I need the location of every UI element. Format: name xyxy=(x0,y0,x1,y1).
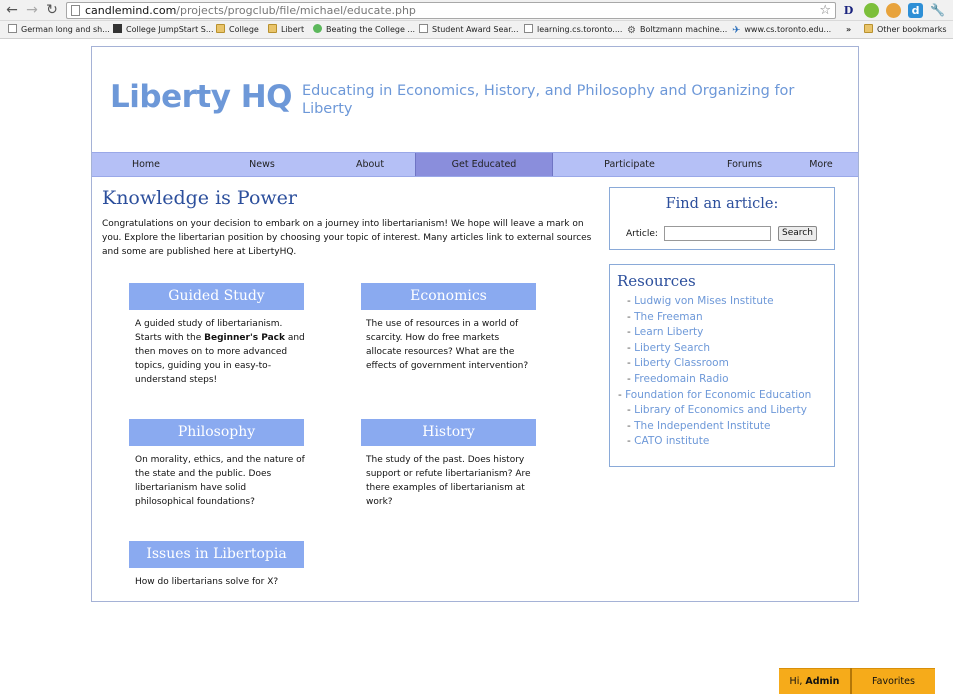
folder-icon xyxy=(268,24,277,33)
circle-icon xyxy=(313,24,322,33)
bookmark-label: Student Award Sear... xyxy=(432,25,519,34)
article-search-input[interactable] xyxy=(664,226,771,241)
topic-guided-study-desc: A guided study of libertarianism. Starts… xyxy=(135,319,305,385)
bookmark-label: Beating the College ... xyxy=(326,25,416,34)
page-icon xyxy=(8,24,17,33)
bookmark-label: www.cs.toronto.edu... xyxy=(744,25,832,34)
folder-icon xyxy=(216,24,225,33)
reload-icon[interactable]: ↻ xyxy=(44,2,60,18)
search-button[interactable]: Search xyxy=(778,226,817,241)
user-greeting-tab[interactable]: Hi, Admin xyxy=(779,668,850,694)
topic-philosophy-button[interactable]: Philosophy xyxy=(129,419,304,446)
address-bar[interactable]: candlemind.com/projects/progclub/file/mi… xyxy=(66,2,836,19)
bookmark-item[interactable]: ⚙ Boltzmann machine... xyxy=(627,23,727,37)
topic-philosophy-desc: On morality, ethics, and the nature of t… xyxy=(135,455,305,507)
bookmark-label: Libert xyxy=(281,25,305,34)
bookmark-label: College JumpStart S... xyxy=(126,25,214,34)
topic-history-desc: The study of the past. Does history supp… xyxy=(366,455,531,507)
folder-icon xyxy=(864,24,873,33)
bookmark-item[interactable]: Beating the College ... xyxy=(313,23,415,37)
page-icon xyxy=(71,5,80,16)
nav-news[interactable]: News xyxy=(208,153,316,176)
page-icon xyxy=(524,24,533,33)
bookmark-item[interactable]: Libert xyxy=(268,23,304,37)
bookmark-folder-other[interactable]: Other bookmarks xyxy=(864,23,947,37)
bookmark-label: German long and sh... xyxy=(21,25,110,34)
nav-participate[interactable]: Participate xyxy=(562,153,697,176)
bookmark-label: Other bookmarks xyxy=(877,25,947,34)
url-host: candlemind.com xyxy=(85,4,177,17)
bookmark-label: learning.cs.toronto.... xyxy=(537,25,623,34)
plane-icon: ✈ xyxy=(732,25,741,36)
article-label: Article: xyxy=(626,229,658,239)
resource-link[interactable]: - Freedomain Radio xyxy=(627,373,832,385)
back-arrow-icon[interactable]: ← xyxy=(4,2,20,18)
bookmark-item[interactable]: College xyxy=(216,23,259,37)
site-header: Liberty HQ Educating in Economics, Histo… xyxy=(92,47,858,151)
topic-economics-desc: The use of resources in a world of scarc… xyxy=(366,319,529,371)
topic-guided-study-button[interactable]: Guided Study xyxy=(129,283,304,310)
topic-history-button[interactable]: History xyxy=(361,419,536,446)
resource-link[interactable]: - Liberty Search xyxy=(627,342,832,354)
beginners-pack-link[interactable]: Beginner's Pack xyxy=(204,333,285,343)
gear-icon: ⚙ xyxy=(627,25,636,36)
extension-delicious-icon[interactable]: d xyxy=(908,3,923,18)
find-article-box: Find an article: Article: Search xyxy=(609,187,835,250)
nav-get-educated[interactable]: Get Educated xyxy=(415,153,553,176)
resource-link[interactable]: - CATO institute xyxy=(627,435,832,447)
page-title: Knowledge is Power xyxy=(102,187,297,209)
bookmark-item[interactable]: Student Award Sear... xyxy=(419,23,518,37)
resource-link[interactable]: - The Independent Institute xyxy=(627,420,832,432)
browser-toolbar: ← → ↻ candlemind.com/projects/progclub/f… xyxy=(0,0,953,21)
resources-box: Resources - Ludwig von Mises Institute -… xyxy=(609,264,835,467)
resource-link[interactable]: - Foundation for Economic Education xyxy=(618,389,832,401)
resources-list: - Ludwig von Mises Institute - The Freem… xyxy=(618,295,832,451)
resources-title: Resources xyxy=(617,272,696,290)
bookmark-star-icon[interactable]: ☆ xyxy=(819,3,831,18)
page-icon xyxy=(419,24,428,33)
bookmark-item[interactable]: learning.cs.toronto.... xyxy=(524,23,622,37)
intro-text: Congratulations on your decision to emba… xyxy=(102,219,592,257)
cube-icon xyxy=(113,24,122,33)
main-nav: Home News About Get Educated Participate… xyxy=(92,152,858,177)
site-container: Liberty HQ Educating in Economics, Histo… xyxy=(91,46,859,602)
extension-cookie-icon[interactable] xyxy=(886,3,901,18)
topic-libertopia-button[interactable]: Issues in Libertopia xyxy=(129,541,304,568)
find-article-title: Find an article: xyxy=(665,196,779,212)
site-logo[interactable]: Liberty HQ xyxy=(110,79,293,115)
bookmark-label: Boltzmann machine... xyxy=(639,25,728,34)
bookmark-item[interactable]: College JumpStart S... xyxy=(113,23,213,37)
username: Admin xyxy=(805,676,840,687)
bookmark-label: College xyxy=(229,25,259,34)
resource-link[interactable]: - Ludwig von Mises Institute xyxy=(627,295,832,307)
site-tagline: Educating in Economics, History, and Phi… xyxy=(302,83,795,117)
forward-arrow-icon[interactable]: → xyxy=(24,2,40,18)
resource-link[interactable]: - The Freeman xyxy=(627,311,832,323)
nav-about[interactable]: About xyxy=(316,153,424,176)
url-path: /projects/progclub/file/michael/educate.… xyxy=(176,4,416,17)
nav-home[interactable]: Home xyxy=(92,153,200,176)
topic-economics-button[interactable]: Economics xyxy=(361,283,536,310)
resource-link[interactable]: - Learn Liberty xyxy=(627,326,832,338)
topic-libertopia-desc: How do libertarians solve for X? xyxy=(135,577,279,587)
bookmarks-bar: German long and sh... College JumpStart … xyxy=(0,21,953,39)
extension-d-icon[interactable]: D xyxy=(841,3,856,18)
page-viewport: Liberty HQ Educating in Economics, Histo… xyxy=(0,40,953,694)
bookmarks-overflow-chevron[interactable]: » xyxy=(846,23,851,37)
bookmark-item[interactable]: German long and sh... xyxy=(8,23,110,37)
extension-plant-icon[interactable] xyxy=(864,3,879,18)
bookmark-item[interactable]: ✈ www.cs.toronto.edu... xyxy=(732,23,831,37)
resource-link[interactable]: - Library of Economics and Liberty xyxy=(627,404,832,416)
wrench-icon[interactable]: 🔧 xyxy=(930,3,945,18)
nav-more[interactable]: More xyxy=(792,153,850,176)
nav-forums[interactable]: Forums xyxy=(697,153,792,176)
resource-link[interactable]: - Liberty Classroom xyxy=(627,357,832,369)
favorites-tab[interactable]: Favorites xyxy=(852,668,935,694)
